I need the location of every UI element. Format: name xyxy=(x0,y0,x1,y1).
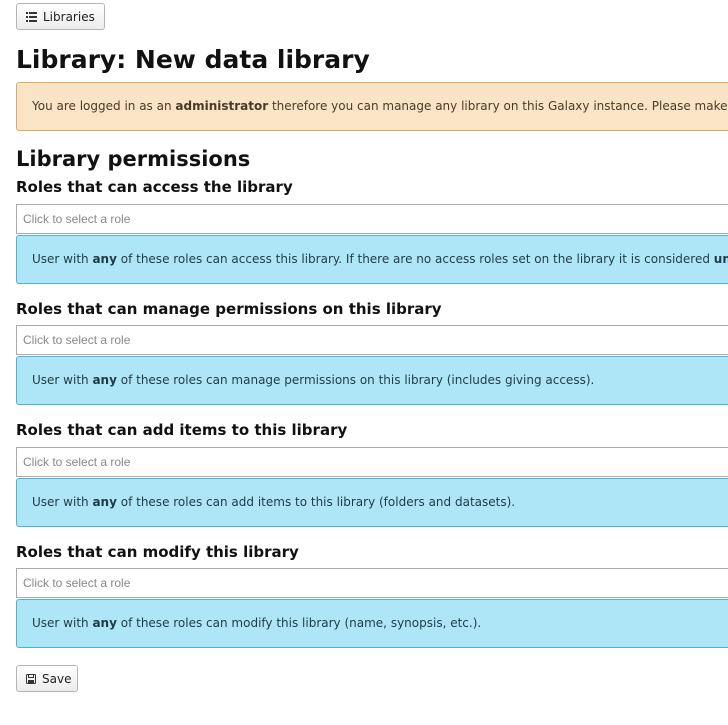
access-roles-help: User with any of these roles can access … xyxy=(16,235,728,284)
warning-suffix: therefore you can manage any library on … xyxy=(268,99,728,113)
manage-help-prefix: User with xyxy=(32,373,93,387)
manage-help-suffix: of these roles can manage permissions on… xyxy=(116,373,595,387)
add-roles-label: Roles that can add items to this library xyxy=(16,421,348,439)
access-roles-select[interactable]: Click to select a role xyxy=(16,204,728,234)
list-icon xyxy=(26,11,37,22)
add-help-suffix: of these roles can add items to this lib… xyxy=(116,495,516,509)
permissions-heading: Library permissions xyxy=(16,147,251,171)
modify-roles-label: Roles that can modify this library xyxy=(16,543,299,561)
page-title: Library: New data library xyxy=(16,45,370,74)
access-help-prefix: User with xyxy=(32,252,93,266)
access-roles-label: Roles that can access the library xyxy=(16,178,293,196)
access-help-bold2: unrest xyxy=(713,252,728,266)
add-roles-select[interactable]: Click to select a role xyxy=(16,447,728,477)
modify-help-prefix: User with xyxy=(32,616,93,630)
modify-help-bold: any xyxy=(92,616,117,630)
admin-warning-alert: You are logged in as an administrator th… xyxy=(16,82,728,131)
manage-roles-placeholder: Click to select a role xyxy=(23,333,131,347)
add-help-prefix: User with xyxy=(32,495,93,509)
libraries-button-label: Libraries xyxy=(43,9,95,24)
warning-prefix: You are logged in as an xyxy=(32,99,176,113)
modify-roles-select[interactable]: Click to select a role xyxy=(16,568,728,598)
modify-roles-placeholder: Click to select a role xyxy=(23,576,131,590)
access-help-suffix: of these roles can access this library. … xyxy=(116,252,714,266)
manage-help-bold: any xyxy=(92,373,117,387)
add-roles-placeholder: Click to select a role xyxy=(23,455,131,469)
manage-roles-label: Roles that can manage permissions on thi… xyxy=(16,300,442,318)
save-button-label: Save xyxy=(42,671,72,686)
modify-help-suffix: of these roles can modify this library (… xyxy=(116,616,482,630)
libraries-button[interactable]: Libraries xyxy=(16,3,105,30)
access-roles-placeholder: Click to select a role xyxy=(23,212,131,226)
manage-roles-help: User with any of these roles can manage … xyxy=(16,356,728,405)
warning-bold: administrator xyxy=(175,99,269,113)
floppy-disk-icon xyxy=(26,673,36,684)
add-help-bold: any xyxy=(92,495,117,509)
access-help-bold: any xyxy=(92,252,117,266)
save-button[interactable]: Save xyxy=(16,665,78,692)
add-roles-help: User with any of these roles can add ite… xyxy=(16,478,728,527)
manage-roles-select[interactable]: Click to select a role xyxy=(16,325,728,355)
modify-roles-help: User with any of these roles can modify … xyxy=(16,599,728,648)
